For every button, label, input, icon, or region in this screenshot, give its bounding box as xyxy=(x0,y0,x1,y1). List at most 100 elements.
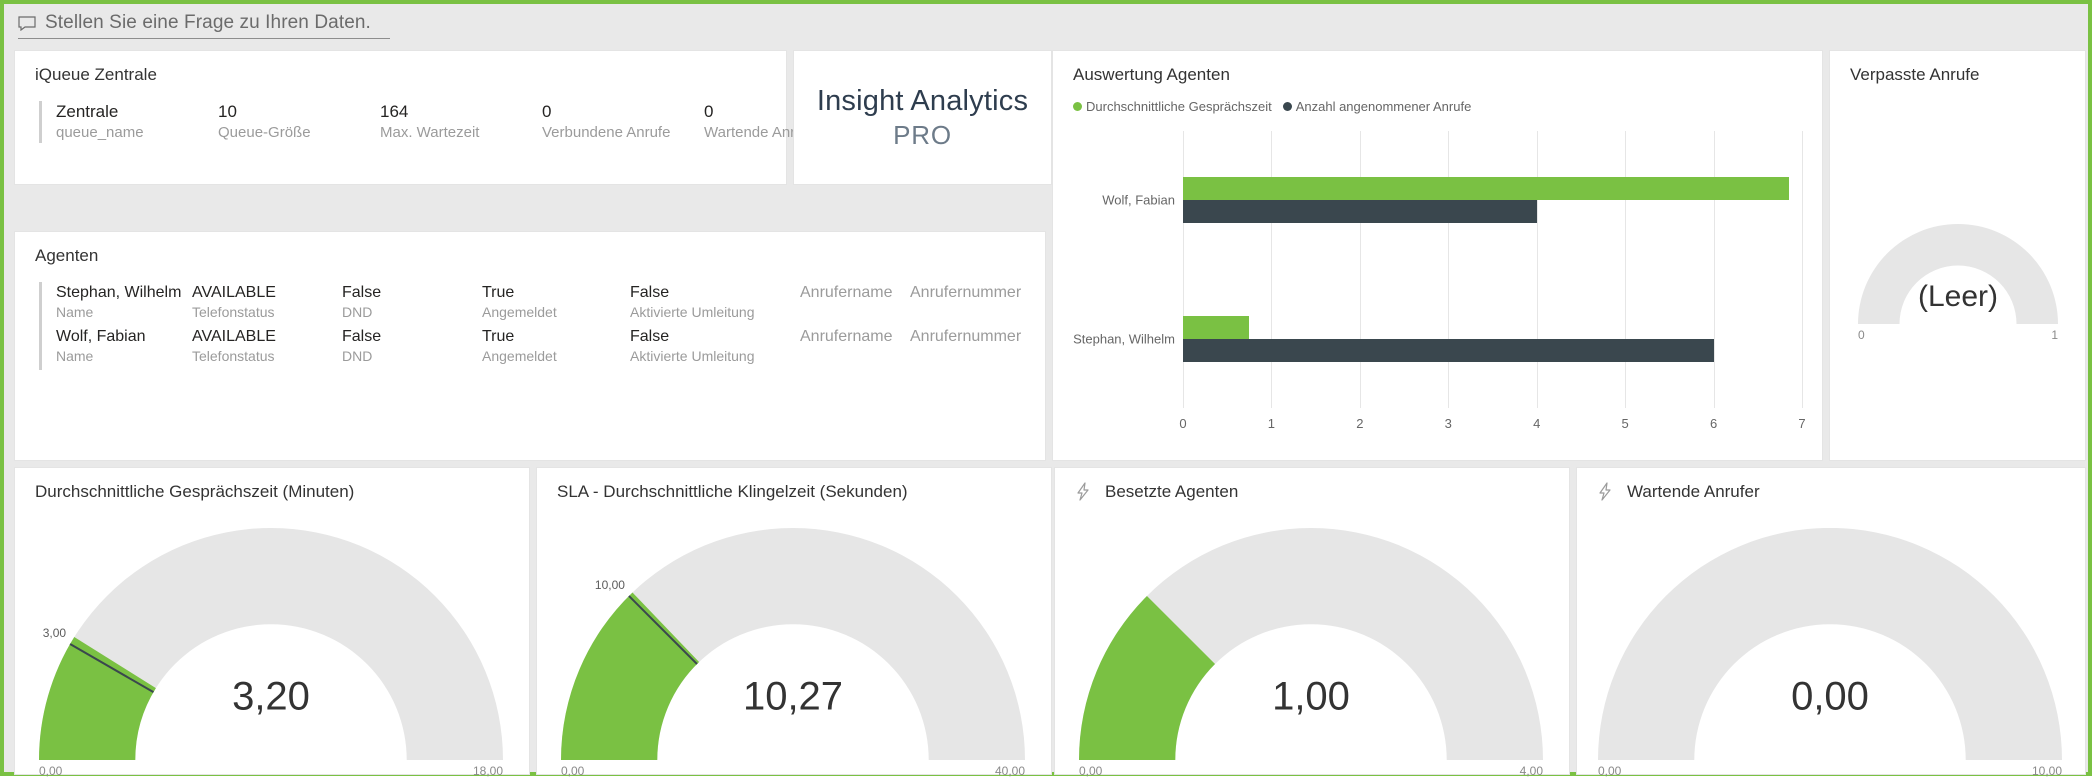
gauge-value: (Leer) xyxy=(1918,280,1998,314)
qna-placeholder: Stellen Sie eine Frage zu Ihren Daten. xyxy=(45,12,371,34)
table-row[interactable]: Stephan, Wilhelm Name AVAILABLE Telefons… xyxy=(56,282,1021,322)
bar-category-group: Wolf, Fabian xyxy=(1183,131,1802,270)
cell-label: Name xyxy=(56,303,192,322)
bar-angenommene-anrufe[interactable] xyxy=(1183,339,1714,362)
tile-iqueue-zentrale[interactable]: iQueue Zentrale Zentrale queue_name 10 Q… xyxy=(14,50,787,185)
cell-value: True xyxy=(482,326,630,347)
gauge-arc xyxy=(1593,528,2067,760)
queue-kpi-row: Zentrale queue_name 10 Queue-Größe 164 M… xyxy=(39,101,816,143)
cell-caller-number: Anrufernummer xyxy=(910,326,1021,366)
tile-logo[interactable]: Insight Analytics PRO xyxy=(793,50,1052,185)
logo-product-name: Insight Analytics xyxy=(817,85,1028,118)
kpi-value: 0 xyxy=(542,101,704,123)
gauge-wartende-anrufer: 0,000,0010,00 xyxy=(1577,468,2085,774)
y-axis-category-label: Wolf, Fabian xyxy=(1102,193,1175,208)
cell-caller-number: Anrufernummer xyxy=(910,282,1021,322)
gauge-max-label: 1 xyxy=(2051,328,2058,342)
x-axis-tick-label: 6 xyxy=(1710,416,1717,431)
bar-angenommene-anrufe[interactable] xyxy=(1183,200,1537,223)
cell-value: Anrufername xyxy=(800,282,910,303)
cell-label: DND xyxy=(342,303,482,322)
gauge-arc xyxy=(1071,528,1551,760)
cell-phone-status: AVAILABLE Telefonstatus xyxy=(192,326,342,366)
kpi-label: Max. Wartezeit xyxy=(380,123,542,143)
qna-input[interactable]: Stellen Sie eine Frage zu Ihren Daten. xyxy=(18,12,390,39)
kpi-label: Verbundene Anrufe xyxy=(542,123,704,143)
cell-value: False xyxy=(342,282,482,303)
cell-label: DND xyxy=(342,347,482,366)
kpi-connected-calls: 0 Verbundene Anrufe xyxy=(542,101,704,143)
x-axis-tick-label: 5 xyxy=(1622,416,1629,431)
gauge-arc xyxy=(31,528,511,760)
qna-bar: Stellen Sie eine Frage zu Ihren Daten. xyxy=(4,4,2088,50)
bar-gespraechszeit[interactable] xyxy=(1183,316,1249,339)
x-axis-tick-label: 7 xyxy=(1798,416,1805,431)
gauge-value: 10,27 xyxy=(743,675,843,720)
gauge-verpasste-anrufe: (Leer)01 xyxy=(1830,51,2085,460)
cell-label: Angemeldet xyxy=(482,303,630,322)
cell-name: Stephan, Wilhelm Name xyxy=(56,282,192,322)
legend-label: Anzahl angenommener Anrufe xyxy=(1296,99,1472,114)
cell-label: Aktivierte Umleitung xyxy=(630,347,800,366)
x-axis-tick-label: 2 xyxy=(1356,416,1363,431)
cell-value: Anrufernummer xyxy=(910,282,1021,303)
tile-durchschnittliche-gespraechszeit[interactable]: Durchschnittliche Gesprächszeit (Minuten… xyxy=(14,467,530,775)
x-axis-tick-label: 0 xyxy=(1179,416,1186,431)
legend-label: Durchschnittliche Gesprächszeit xyxy=(1086,99,1272,114)
cell-value: Anrufernummer xyxy=(910,326,1021,347)
cell-label: Telefonstatus xyxy=(192,303,342,322)
tile-agenten[interactable]: Agenten Stephan, Wilhelm Name AVAILABLE … xyxy=(14,231,1046,461)
gridline xyxy=(1802,131,1803,408)
cell-label: Aktivierte Umleitung xyxy=(630,303,800,322)
logo-product-edition: PRO xyxy=(893,120,952,151)
chart-legend: Durchschnittliche Gesprächszeit Anzahl a… xyxy=(1073,99,1471,114)
y-axis-category-label: Stephan, Wilhelm xyxy=(1073,331,1175,346)
tile-canvas: iQueue Zentrale Zentrale queue_name 10 Q… xyxy=(4,50,2088,772)
tile-auswertung-agenten[interactable]: Auswertung Agenten Durchschnittliche Ges… xyxy=(1052,50,1823,461)
kpi-value: 164 xyxy=(380,101,542,123)
gauge-value: 1,00 xyxy=(1272,675,1350,720)
cell-value: Stephan, Wilhelm xyxy=(56,282,192,303)
gauge-track xyxy=(1598,528,2062,760)
legend-item-gespraechszeit[interactable]: Durchschnittliche Gesprächszeit xyxy=(1073,99,1272,114)
kpi-value: Zentrale xyxy=(56,101,218,123)
cell-logged-in: True Angemeldet xyxy=(482,326,630,366)
cell-value: Anrufername xyxy=(800,326,910,347)
kpi-queue-name: Zentrale queue_name xyxy=(56,101,218,143)
comment-icon xyxy=(18,16,36,31)
gauge-target-label: 3,00 xyxy=(43,626,66,640)
cell-dnd: False DND xyxy=(342,282,482,322)
table-row[interactable]: Wolf, Fabian Name AVAILABLE Telefonstatu… xyxy=(56,326,1021,366)
tile-sla-klingelzeit[interactable]: SLA - Durchschnittliche Klingelzeit (Sek… xyxy=(536,467,1052,775)
legend-item-angenommene-anrufe[interactable]: Anzahl angenommener Anrufe xyxy=(1283,99,1472,114)
gauge-sla-klingelzeit: 10,270,0040,0010,00 xyxy=(537,468,1051,774)
agents-table: Stephan, Wilhelm Name AVAILABLE Telefons… xyxy=(39,282,1021,370)
tile-besetzte-agenten[interactable]: Besetzte Agenten 1,000,004,00 xyxy=(1054,467,1570,775)
cell-logged-in: True Angemeldet xyxy=(482,282,630,322)
tile-wartende-anrufer[interactable]: Wartende Anrufer 0,000,0010,00 xyxy=(1576,467,2086,775)
gauge-arc xyxy=(553,528,1033,760)
kpi-value: 10 xyxy=(218,101,380,123)
x-axis-tick-label: 4 xyxy=(1533,416,1540,431)
tile-verpasste-anrufe[interactable]: Verpasste Anrufe (Leer)01 xyxy=(1829,50,2086,461)
logo-wrap: Insight Analytics PRO xyxy=(794,51,1051,184)
tile-title-agenten: Agenten xyxy=(35,246,98,266)
cell-label: Angemeldet xyxy=(482,347,630,366)
cell-value: False xyxy=(630,326,800,347)
cell-caller-name: Anrufername xyxy=(800,282,910,322)
gauge-gespraechszeit: 3,200,0018,003,00 xyxy=(15,468,529,774)
cell-name: Wolf, Fabian Name xyxy=(56,326,192,366)
bar-category-group: Stephan, Wilhelm xyxy=(1183,270,1802,409)
x-axis-tick-label: 3 xyxy=(1445,416,1452,431)
cell-phone-status: AVAILABLE Telefonstatus xyxy=(192,282,342,322)
cell-forwarding: False Aktivierte Umleitung xyxy=(630,326,800,366)
gauge-value: 0,00 xyxy=(1791,675,1869,720)
gauge-target-label: 10,00 xyxy=(595,578,625,592)
bar-gespraechszeit[interactable] xyxy=(1183,177,1789,200)
cell-value: False xyxy=(342,326,482,347)
bar-chart-plot: 01234567Wolf, FabianStephan, Wilhelm xyxy=(1183,131,1802,408)
cell-caller-name: Anrufername xyxy=(800,326,910,366)
tile-title-auswertung-agenten: Auswertung Agenten xyxy=(1073,65,1230,85)
cell-value: False xyxy=(630,282,800,303)
kpi-label: queue_name xyxy=(56,123,218,143)
